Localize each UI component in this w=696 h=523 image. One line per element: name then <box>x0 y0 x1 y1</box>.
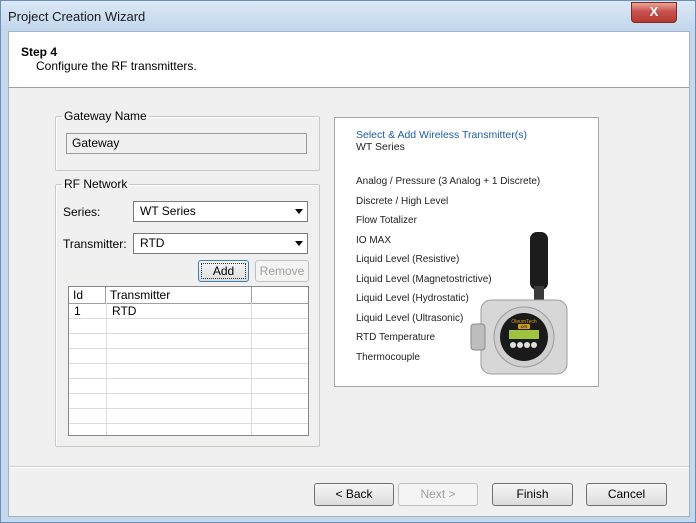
product-item: Liquid Level (Ultrasonic) <box>356 313 464 324</box>
wireless-transmitter-image: OleumTech OTI <box>470 232 568 375</box>
remove-button-label: Remove <box>259 264 305 278</box>
row-divider <box>69 393 308 394</box>
product-item: Liquid Level (Resistive) <box>356 254 460 265</box>
column-header-transmitter[interactable]: Transmitter <box>106 287 252 303</box>
lcd-screen <box>509 330 539 339</box>
next-button[interactable]: Next > <box>398 483 478 506</box>
footer-separator <box>9 466 689 468</box>
product-item: Analog / Pressure (3 Analog + 1 Discrete… <box>356 176 541 187</box>
product-item: RTD Temperature <box>356 332 436 343</box>
panel-title: Select & Add Wireless Transmitter(s) <box>356 129 527 141</box>
antenna-base <box>534 286 544 300</box>
wizard-body: Step 4 Configure the RF transmitters. Ga… <box>8 31 690 517</box>
keypad-button <box>517 342 523 348</box>
gateway-name-label: Gateway Name <box>64 109 147 123</box>
product-item: Liquid Level (Hydrostatic) <box>356 293 469 304</box>
chevron-down-icon[interactable] <box>295 241 303 246</box>
row-divider <box>69 333 308 334</box>
add-button[interactable]: Add <box>198 260 249 282</box>
keypad-button <box>524 342 530 348</box>
row-id: 1 <box>74 304 81 318</box>
row-divider <box>69 363 308 364</box>
transmitter-select[interactable]: RTD <box>133 233 308 254</box>
series-select[interactable]: WT Series <box>133 201 308 222</box>
product-item: Thermocouple <box>356 352 420 363</box>
row-transmitter: RTD <box>112 304 137 318</box>
focus-rect <box>201 263 246 279</box>
step-header: Step 4 Configure the RF transmitters. <box>9 32 689 88</box>
title-bar[interactable]: Project Creation Wizard X <box>1 1 695 31</box>
row-divider <box>69 348 308 349</box>
series-label: Series: <box>63 205 101 219</box>
column-header-id[interactable]: Id <box>69 287 106 303</box>
back-button[interactable]: < Back <box>314 483 394 506</box>
row-divider <box>69 423 308 424</box>
cancel-button[interactable]: Cancel <box>586 483 667 506</box>
column-divider <box>106 303 107 435</box>
window-title: Project Creation Wizard <box>8 9 146 24</box>
product-item: Discrete / High Level <box>356 196 449 207</box>
gateway-name-field[interactable]: Gateway <box>66 133 307 154</box>
row-divider <box>69 318 308 319</box>
wizard-window: Project Creation Wizard X Step 4 Configu… <box>0 0 696 523</box>
badge-text: OTI <box>521 324 528 329</box>
column-divider <box>251 303 252 435</box>
conduit-port <box>470 323 486 351</box>
finish-button[interactable]: Finish <box>492 483 573 506</box>
transmitter-table[interactable]: Id Transmitter 1 RTD <box>68 286 309 436</box>
series-value: WT Series <box>140 204 196 218</box>
chevron-down-icon[interactable] <box>295 209 303 214</box>
keypad-button <box>510 342 516 348</box>
panel-subtitle: WT Series <box>356 141 405 153</box>
antenna <box>530 232 548 290</box>
keypad-button <box>531 342 537 348</box>
table-header: Id Transmitter <box>69 287 308 304</box>
product-item: Flow Totalizer <box>356 215 417 226</box>
transmitter-value: RTD <box>140 236 165 250</box>
row-divider <box>69 378 308 379</box>
step-title: Step 4 <box>21 45 58 59</box>
close-icon[interactable]: X <box>631 2 677 23</box>
row-divider <box>69 408 308 409</box>
remove-button[interactable]: Remove <box>255 260 309 282</box>
product-image-panel: Select & Add Wireless Transmitter(s) WT … <box>334 117 599 387</box>
rf-network-label: RF Network <box>64 177 128 191</box>
step-description: Configure the RF transmitters. <box>36 59 197 73</box>
product-item: IO MAX <box>356 235 392 246</box>
transmitter-label: Transmitter: <box>63 237 127 251</box>
